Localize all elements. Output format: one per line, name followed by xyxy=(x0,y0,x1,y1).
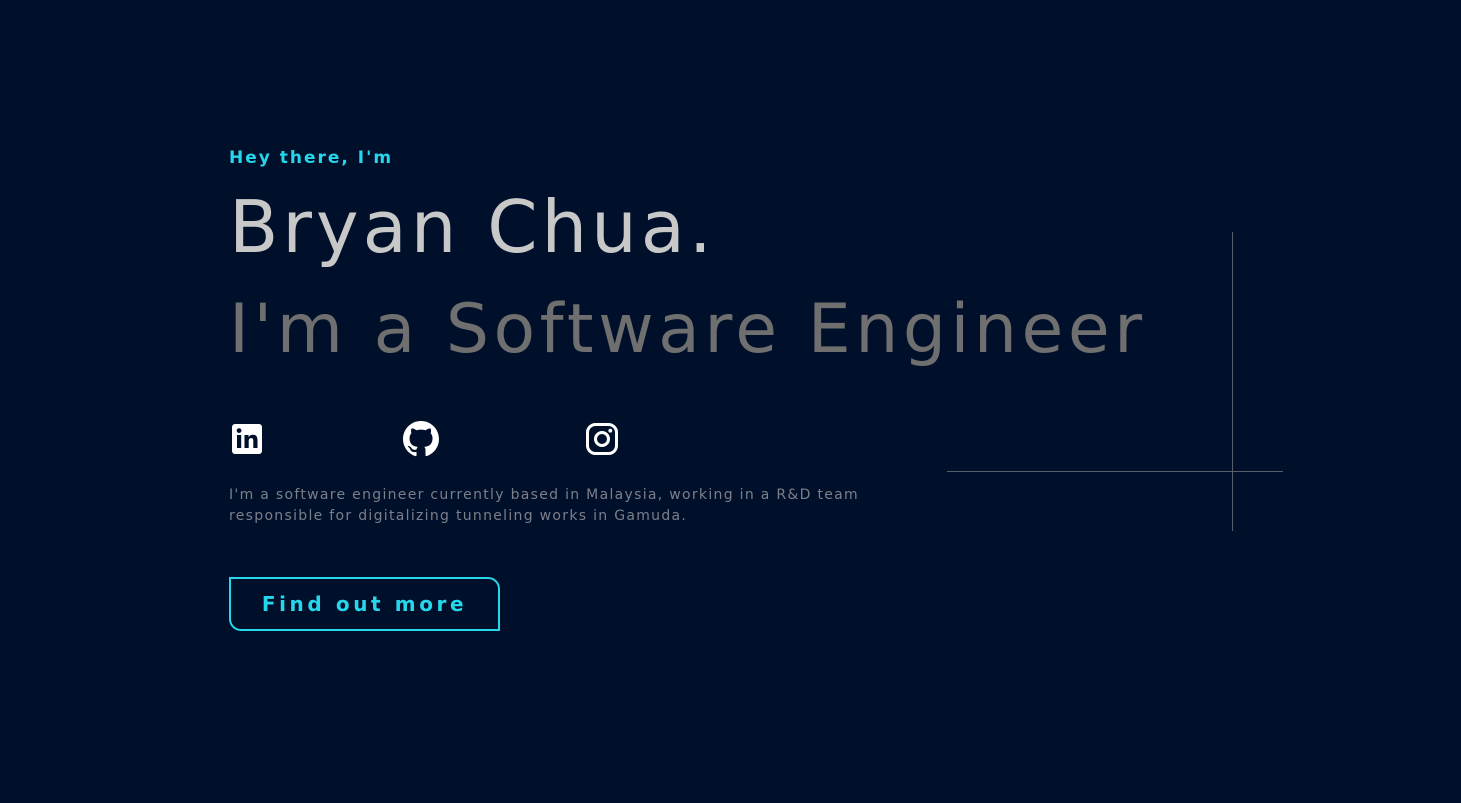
linkedin-link[interactable] xyxy=(229,421,265,457)
github-icon xyxy=(403,421,439,457)
greeting-text: Hey there, I'm xyxy=(229,148,394,168)
hero-role: I'm a Software Engineer xyxy=(229,290,1147,369)
hero-name: Bryan Chua. xyxy=(229,185,716,269)
instagram-link[interactable] xyxy=(584,421,620,457)
find-out-more-button[interactable]: Find out more xyxy=(229,577,500,631)
bio-text: I'm a software engineer currently based … xyxy=(229,487,859,524)
hero-page: Hey there, I'm Bryan Chua. I'm a Softwar… xyxy=(0,0,1461,803)
github-link[interactable] xyxy=(403,421,439,457)
decorative-vertical-line xyxy=(1232,232,1233,531)
linkedin-icon xyxy=(232,424,262,454)
decorative-horizontal-line xyxy=(947,471,1283,472)
social-links xyxy=(229,421,629,457)
instagram-icon xyxy=(586,423,618,455)
